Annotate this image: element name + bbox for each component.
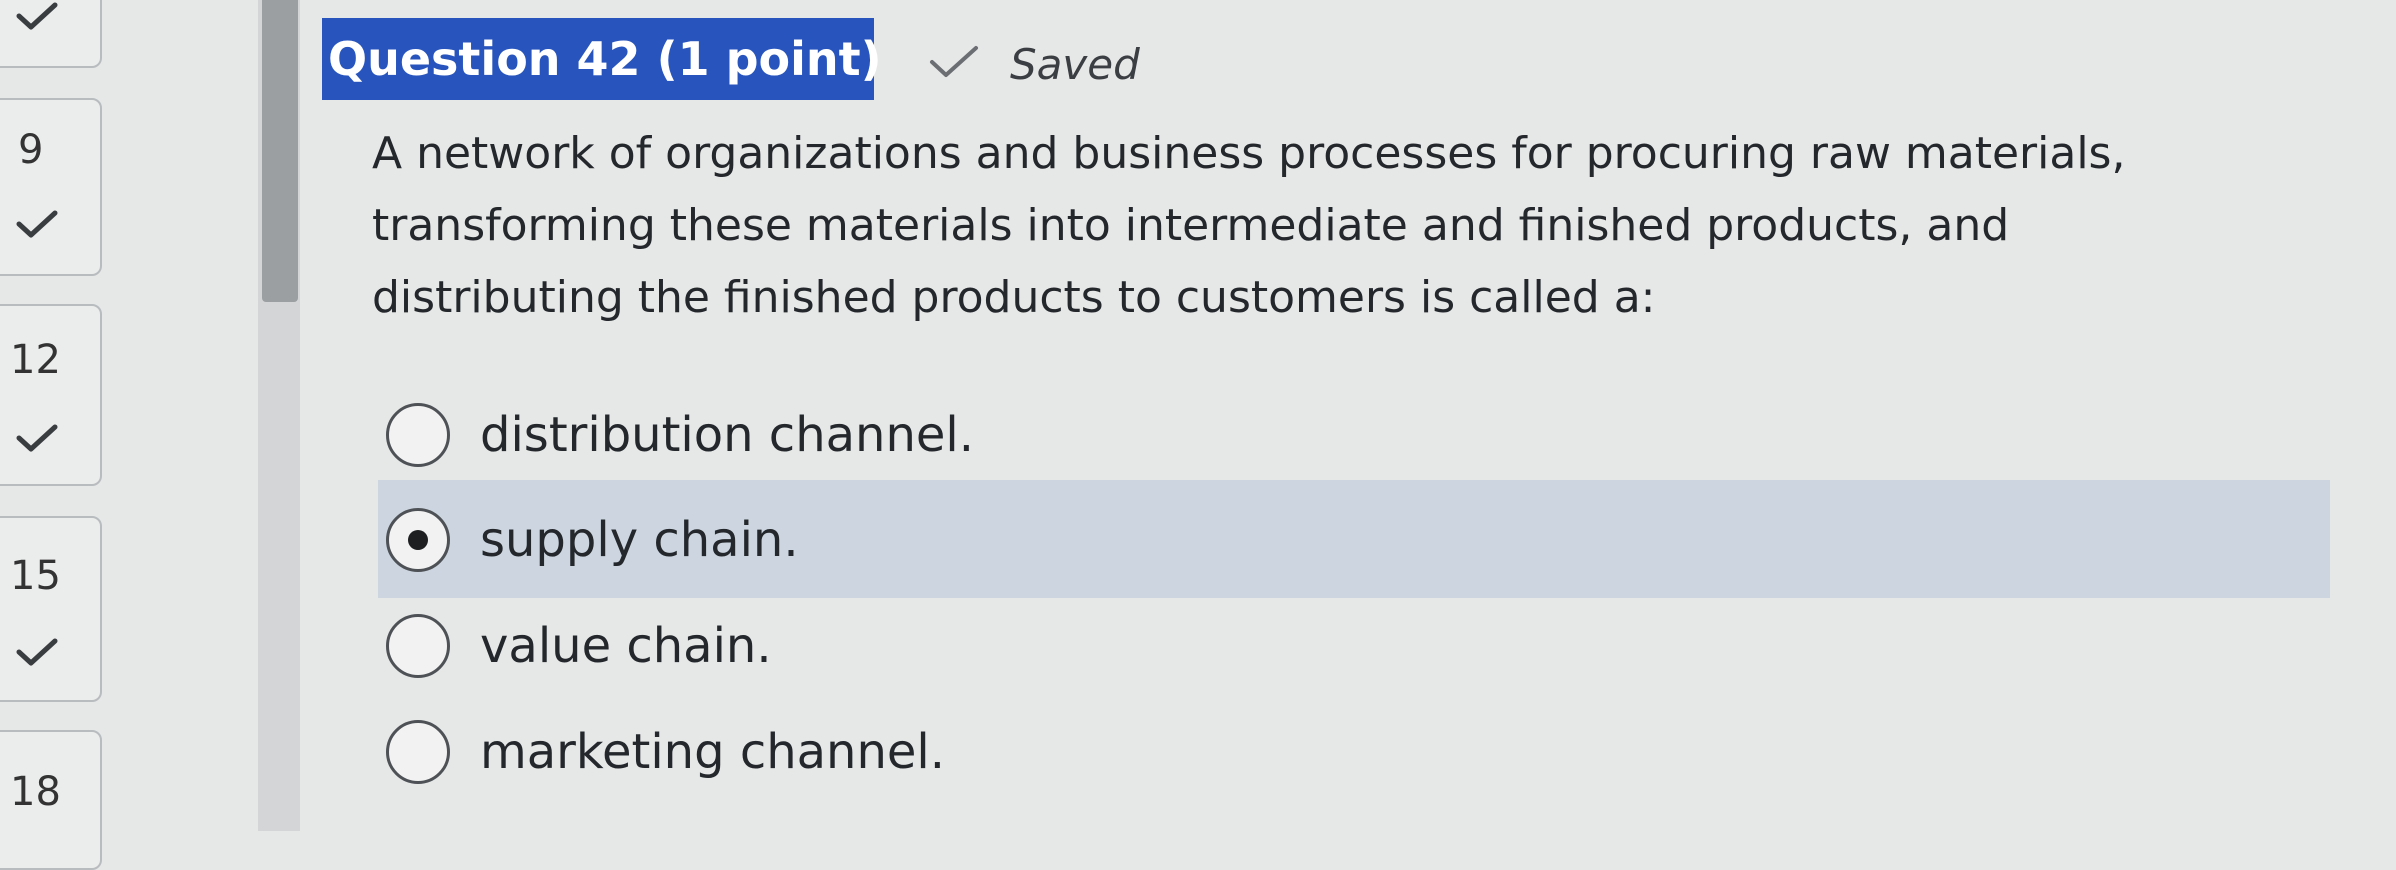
question-navigator: 9 12 15 18 [0, 0, 110, 870]
radio-button[interactable] [386, 614, 450, 678]
nav-tile-15[interactable]: 15 [0, 516, 102, 702]
nav-tile-9[interactable]: 9 [0, 98, 102, 276]
answer-option[interactable]: supply chain. [386, 500, 2286, 580]
nav-number: 9 [18, 127, 44, 173]
answer-option-label: marketing channel. [480, 724, 946, 780]
nav-number: 18 [10, 769, 61, 815]
nav-number: 12 [10, 337, 61, 383]
radio-button[interactable] [386, 403, 450, 467]
check-icon [16, 210, 58, 238]
radio-button[interactable] [386, 720, 450, 784]
nav-tile-12[interactable]: 12 [0, 304, 102, 486]
question-text: A network of organizations and business … [372, 118, 2272, 334]
answer-option-label: supply chain. [480, 512, 799, 568]
answer-option[interactable]: value chain. [386, 606, 2286, 686]
nav-tile-18[interactable]: 18 [0, 730, 102, 870]
nav-tile-prev[interactable] [0, 0, 102, 68]
question-line: distributing the finished products to cu… [372, 272, 1656, 323]
check-icon [16, 638, 58, 666]
check-icon [16, 424, 58, 452]
answer-option[interactable]: distribution channel. [386, 395, 2286, 475]
check-icon [16, 2, 58, 30]
answer-option[interactable]: marketing channel. [386, 712, 2286, 792]
question-line: transforming these materials into interm… [372, 200, 2010, 251]
answer-option-label: distribution channel. [480, 407, 974, 463]
scrollbar-thumb[interactable] [262, 0, 298, 302]
answer-option-label: value chain. [480, 618, 772, 674]
saved-check-icon [930, 46, 978, 77]
question-header: Question 42 (1 point) [322, 18, 882, 100]
radio-button[interactable] [386, 508, 450, 572]
nav-number: 15 [10, 553, 61, 599]
saved-status: Saved [1010, 40, 1140, 89]
question-line: A network of organizations and business … [372, 128, 2126, 179]
